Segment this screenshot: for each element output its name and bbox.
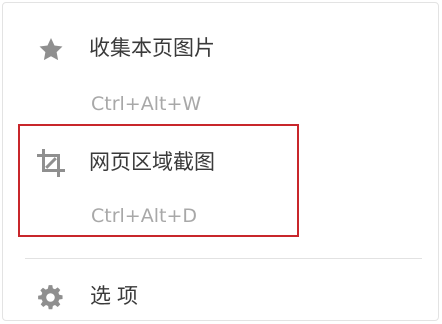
context-menu: 收集本页图片 Ctrl+Alt+W 网页区域截图 Ctrl+Alt+D 选项 (2, 2, 439, 321)
menu-item-shortcut: Ctrl+Alt+W (91, 93, 202, 115)
menu-item-shortcut: Ctrl+Alt+D (91, 205, 198, 227)
menu-item-collect-images[interactable]: 收集本页图片 Ctrl+Alt+W (3, 3, 438, 121)
star-icon (39, 38, 63, 61)
crop-icon (37, 149, 65, 177)
menu-item-options[interactable]: 选项 (3, 261, 438, 319)
menu-item-label: 选项 (90, 284, 144, 308)
menu-item-label: 网页区域截图 (89, 150, 215, 174)
gear-icon (38, 285, 63, 310)
menu-divider (25, 258, 422, 259)
menu-item-label: 收集本页图片 (89, 36, 215, 60)
menu-item-region-screenshot[interactable]: 网页区域截图 Ctrl+Alt+D (3, 121, 438, 243)
